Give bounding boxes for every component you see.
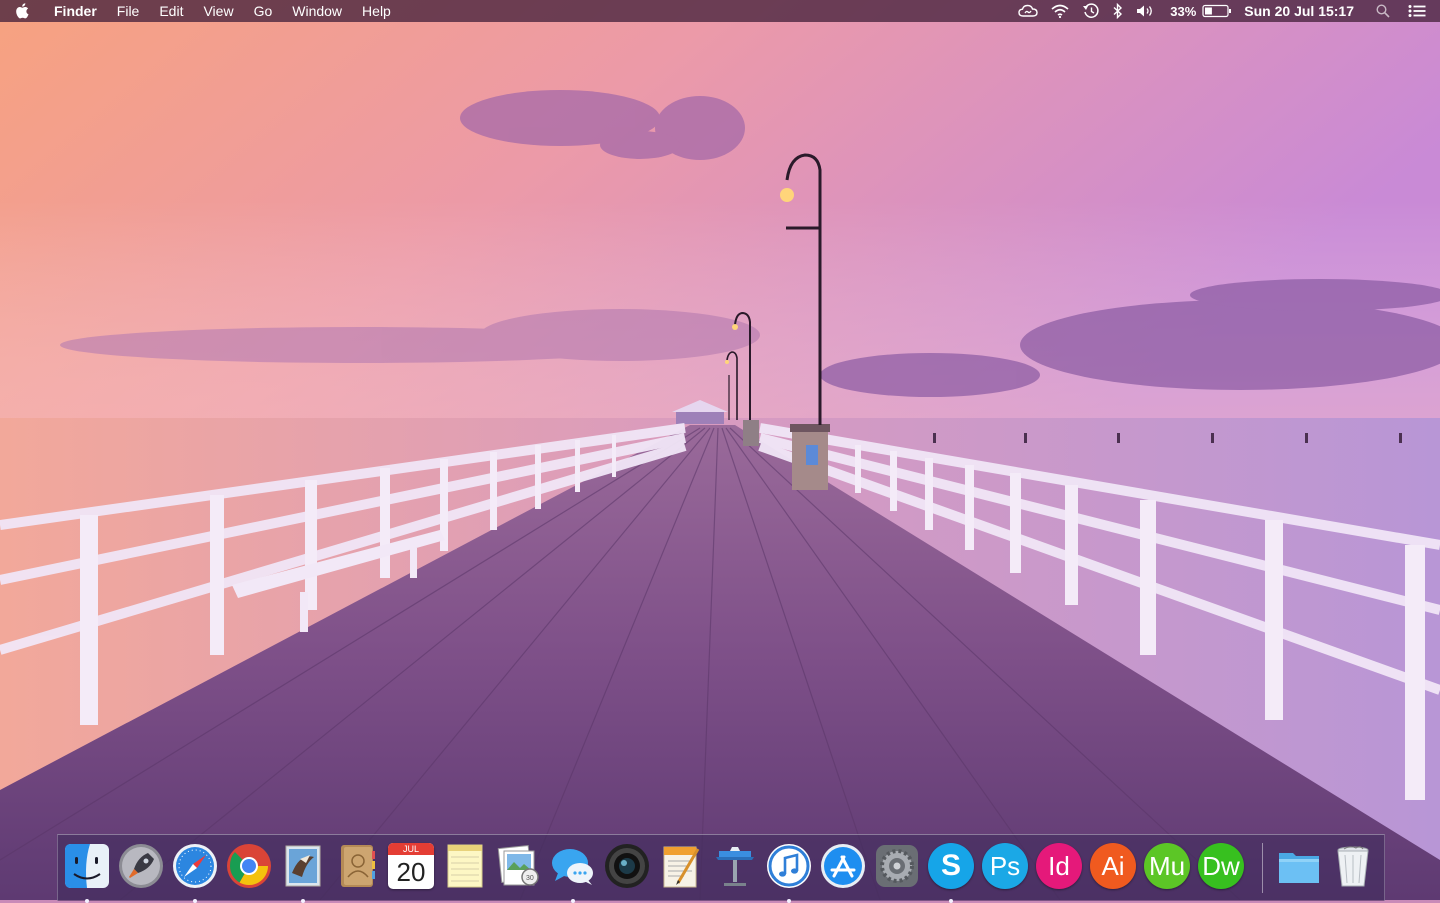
finder-icon bbox=[64, 843, 110, 889]
svg-text:30: 30 bbox=[526, 875, 534, 882]
creative-cloud-icon[interactable] bbox=[1012, 0, 1044, 22]
launchpad-icon bbox=[118, 843, 164, 889]
trash-icon bbox=[1330, 843, 1376, 889]
dock: JUL 20 30 S Ps Id Ai Mu Dw bbox=[57, 834, 1385, 903]
muse-icon: Mu bbox=[1144, 843, 1190, 889]
dock-item-system-preferences[interactable] bbox=[872, 841, 922, 895]
mail-icon bbox=[280, 843, 326, 889]
dock-item-keynote[interactable] bbox=[710, 841, 760, 895]
apple-menu-icon[interactable] bbox=[0, 0, 44, 22]
messages-icon bbox=[550, 843, 596, 889]
menu-help[interactable]: Help bbox=[352, 0, 401, 22]
bluetooth-icon[interactable] bbox=[1106, 0, 1130, 22]
itunes-icon bbox=[766, 843, 812, 889]
battery-icon[interactable] bbox=[1200, 0, 1238, 22]
menu-clock[interactable]: Sun 20 Jul 15:17 bbox=[1238, 3, 1366, 19]
dock-item-itunes[interactable] bbox=[764, 841, 814, 903]
calendar-month: JUL bbox=[388, 843, 434, 855]
indesign-icon: Id bbox=[1036, 843, 1082, 889]
dock-item-calendar[interactable]: JUL 20 bbox=[386, 841, 436, 895]
dock-item-app-store[interactable] bbox=[818, 841, 868, 895]
dock-item-finder[interactable] bbox=[62, 841, 112, 903]
menu-go[interactable]: Go bbox=[244, 0, 283, 22]
dock-item-indesign[interactable]: Id bbox=[1034, 841, 1084, 895]
dock-item-applications-folder[interactable] bbox=[1274, 841, 1324, 895]
dock-item-trash[interactable] bbox=[1328, 841, 1378, 895]
keynote-icon bbox=[712, 843, 758, 889]
pier-sunset-wallpaper-image bbox=[0, 0, 1440, 900]
menu-view[interactable]: View bbox=[193, 0, 243, 22]
dock-separator bbox=[1262, 843, 1263, 893]
battery-percentage[interactable]: 33% bbox=[1162, 4, 1200, 19]
volume-icon[interactable] bbox=[1130, 0, 1162, 22]
menu-app-name[interactable]: Finder bbox=[44, 0, 107, 22]
folder-icon bbox=[1276, 843, 1322, 889]
dock-item-photoshop[interactable]: Ps bbox=[980, 841, 1030, 895]
calendar-icon: JUL 20 bbox=[388, 843, 434, 889]
pages-icon bbox=[658, 843, 704, 889]
chrome-icon bbox=[226, 843, 272, 889]
safari-icon bbox=[172, 843, 218, 889]
menu-file[interactable]: File bbox=[107, 0, 150, 22]
menu-window[interactable]: Window bbox=[282, 0, 352, 22]
dock-item-illustrator[interactable]: Ai bbox=[1088, 841, 1138, 895]
calendar-day: 20 bbox=[396, 857, 426, 887]
notification-center-icon[interactable] bbox=[1400, 0, 1440, 22]
dock-item-messages[interactable] bbox=[548, 841, 598, 903]
dock-item-muse[interactable]: Mu bbox=[1142, 841, 1192, 895]
dreamweaver-icon: Dw bbox=[1198, 843, 1244, 889]
preview-icon: 30 bbox=[496, 843, 542, 889]
contacts-icon bbox=[334, 843, 380, 889]
desktop-wallpaper bbox=[0, 0, 1440, 900]
notes-icon bbox=[442, 843, 488, 889]
system-preferences-icon bbox=[874, 843, 920, 889]
dock-item-chrome[interactable] bbox=[224, 841, 274, 895]
dock-item-pages[interactable] bbox=[656, 841, 706, 895]
skype-icon: S bbox=[928, 843, 974, 889]
dock-item-safari[interactable] bbox=[170, 841, 220, 903]
app-store-icon bbox=[820, 843, 866, 889]
dock-item-mail[interactable] bbox=[278, 841, 328, 903]
dock-item-preview[interactable]: 30 bbox=[494, 841, 544, 895]
wifi-icon[interactable] bbox=[1044, 0, 1076, 22]
dock-item-skype[interactable]: S bbox=[926, 841, 976, 903]
spotlight-icon[interactable] bbox=[1366, 0, 1400, 22]
menu-edit[interactable]: Edit bbox=[149, 0, 193, 22]
photoshop-icon: Ps bbox=[982, 843, 1028, 889]
dock-item-contacts[interactable] bbox=[332, 841, 382, 895]
photo-booth-icon bbox=[604, 843, 650, 889]
menu-bar: Finder File Edit View Go Window Help 33%… bbox=[0, 0, 1440, 22]
dock-item-notes[interactable] bbox=[440, 841, 490, 895]
dock-item-dreamweaver[interactable]: Dw bbox=[1196, 841, 1246, 895]
dock-item-launchpad[interactable] bbox=[116, 841, 166, 895]
dock-item-photo-booth[interactable] bbox=[602, 841, 652, 895]
illustrator-icon: Ai bbox=[1090, 843, 1136, 889]
time-machine-icon[interactable] bbox=[1076, 0, 1106, 22]
